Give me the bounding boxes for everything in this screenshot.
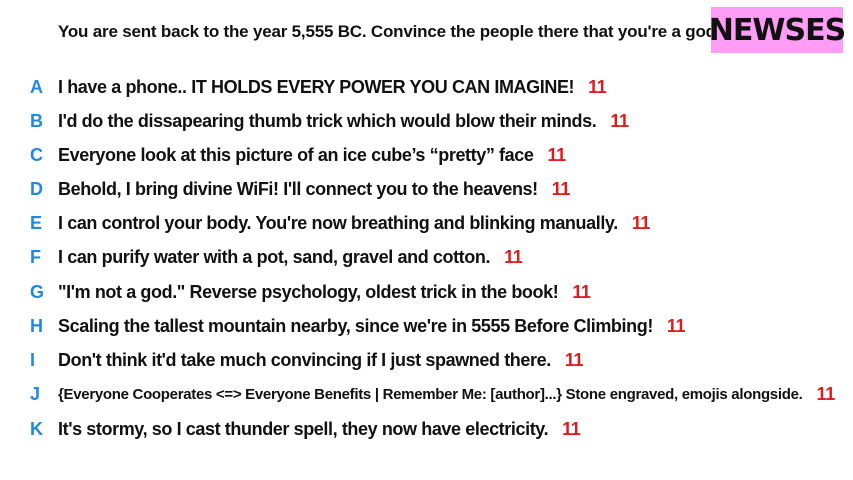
answer-text: It's stormy, so I cast thunder spell, th…: [58, 418, 549, 439]
answer-letter: C: [30, 144, 43, 165]
answer-letter: J: [30, 383, 41, 404]
answer-letter: G: [30, 281, 45, 302]
vote-count: 11: [572, 281, 591, 302]
vote-count: 11: [588, 76, 607, 97]
answer-text: Behold, I bring divine WiFi! I'll connec…: [58, 178, 538, 199]
answer-text: Scaling the tallest mountain nearby, sin…: [58, 315, 653, 336]
answer-text: I have a phone.. IT HOLDS EVERY POWER YO…: [58, 76, 575, 97]
vote-count: 11: [547, 144, 566, 165]
answer-letter: F: [30, 246, 41, 267]
answer-letter: I: [30, 349, 36, 370]
answer-text: I can control your body. You're now brea…: [58, 212, 618, 233]
vote-count: 11: [551, 178, 571, 199]
vote-count: 11: [562, 418, 581, 439]
answer-text: Don't think it'd take much convincing if…: [58, 349, 551, 370]
answer-letter: K: [30, 418, 43, 439]
answer-letter: D: [30, 178, 43, 199]
vote-count: 11: [631, 212, 651, 233]
answer-text: I'd do the dissapearing thumb trick whic…: [58, 110, 597, 131]
vote-count: 11: [666, 315, 686, 336]
vote-count: 11: [816, 383, 836, 404]
answer-letter: H: [30, 315, 43, 336]
answer-text: Everyone look at this picture of an ice …: [58, 144, 534, 165]
brand-logo: NEWSES: [709, 7, 846, 53]
vote-count: 11: [610, 110, 629, 131]
answer-text: "I'm not a god." Reverse psychology, old…: [58, 281, 559, 302]
answer-letter: A: [30, 76, 43, 97]
answer-letter: B: [30, 110, 43, 131]
answer-letter: E: [30, 212, 43, 233]
prompt-text: You are sent back to the year 5,555 BC. …: [58, 22, 721, 41]
vote-count: 11: [564, 349, 584, 370]
answer-text: {Everyone Cooperates <=> Everyone Benefi…: [58, 385, 803, 403]
answer-text: I can purify water with a pot, sand, gra…: [58, 246, 491, 267]
vote-count: 11: [504, 246, 523, 267]
